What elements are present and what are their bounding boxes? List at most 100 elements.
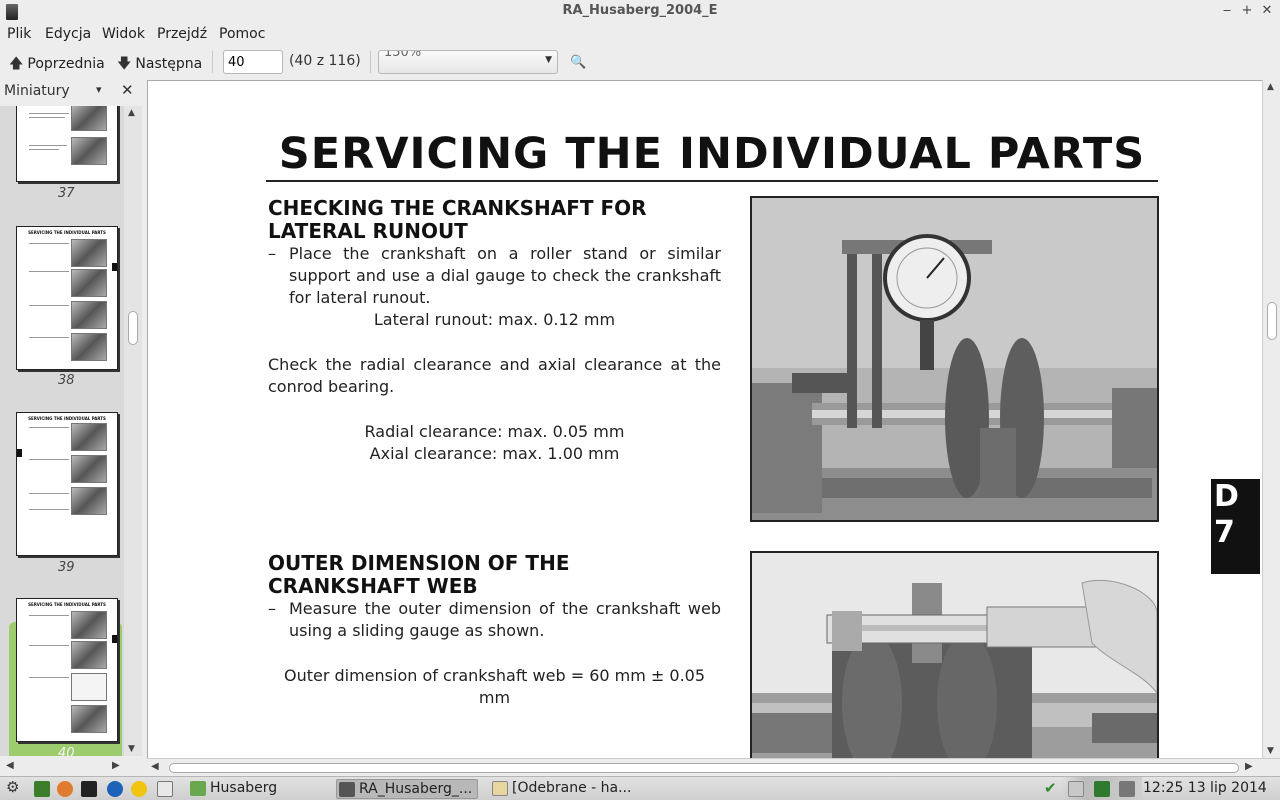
- battery-icon[interactable]: [1094, 781, 1110, 797]
- thumbnail-image: [71, 455, 107, 483]
- scroll-right-icon[interactable]: ▶: [112, 760, 120, 771]
- sidebar-horizontal-scrollbar[interactable]: ◀ ▶: [0, 758, 146, 776]
- volume-icon[interactable]: [1119, 781, 1135, 797]
- weather-icon[interactable]: [131, 781, 147, 797]
- mail-icon[interactable]: [157, 781, 173, 797]
- thumbnail-text-line: [29, 459, 69, 460]
- scroll-right-icon[interactable]: ▶: [1245, 761, 1253, 772]
- minimize-icon[interactable]: ‒: [1218, 2, 1236, 20]
- previous-page-label: Poprzednia: [27, 56, 105, 72]
- section-tab-letter: D: [1214, 479, 1239, 514]
- toolbar-separator: [212, 51, 213, 73]
- thumbnail-image: [71, 106, 107, 131]
- scroll-left-icon[interactable]: ◀: [6, 760, 14, 771]
- scrollbar-thumb[interactable]: [169, 763, 1239, 773]
- shield-icon[interactable]: ✔: [1044, 779, 1060, 797]
- scroll-down-icon[interactable]: ▼: [1267, 746, 1274, 756]
- menu-widok[interactable]: Widok: [102, 26, 145, 42]
- thumbnail-text-line: [29, 243, 69, 244]
- paragraph-text: Check the radial clearance and axial cle…: [268, 355, 721, 396]
- task-label: [Odebrane - ha...: [512, 780, 632, 796]
- thumbnail-page-39[interactable]: SERVICING THE INDIVIDUAL PARTS: [16, 412, 118, 556]
- scrollbar-thumb[interactable]: [1267, 302, 1277, 340]
- thumbnail-label: 39: [58, 560, 75, 575]
- maximize-icon[interactable]: +: [1238, 2, 1256, 20]
- title-divider: [266, 180, 1158, 182]
- thumbnail-tab: [112, 635, 117, 643]
- thumbnail-image: [71, 137, 107, 165]
- sidebar: Miniatury ▾ ✕ 37 SERVICING THE INDIVIDUA…: [0, 80, 142, 758]
- title-bar: RA_Husaberg_2004_E ‒ + ✕: [0, 0, 1280, 24]
- thumbnail-tab: [112, 263, 117, 271]
- network-icon[interactable]: [1068, 781, 1084, 797]
- bullet-text: – Place the crankshaft on a roller stand …: [268, 243, 721, 309]
- sidebar-close-icon[interactable]: ✕: [121, 81, 134, 99]
- thumbnail-image: [71, 673, 107, 701]
- crankshaft-caliper-photo: [750, 551, 1159, 758]
- scroll-left-icon[interactable]: ◀: [151, 761, 159, 772]
- section-tab: D 7: [1211, 479, 1260, 574]
- thumbnail-page-37[interactable]: [16, 106, 118, 182]
- photo-illustration: [752, 198, 1157, 520]
- thumbnail-image: [71, 423, 107, 451]
- thumbnail-page-38[interactable]: SERVICING THE INDIVIDUAL PARTS: [16, 226, 118, 370]
- scrollbar-thumb[interactable]: [128, 311, 138, 345]
- thumbnail-tab: [17, 449, 22, 457]
- task-husaberg[interactable]: Husaberg: [188, 779, 328, 799]
- thumbnail-text-line: [29, 149, 59, 150]
- thumbnail-image: [71, 611, 107, 639]
- menu-edycja[interactable]: Edycja: [45, 26, 91, 42]
- thumbnail-label: 37: [58, 186, 75, 201]
- scroll-up-icon[interactable]: ▲: [1267, 82, 1274, 92]
- firefox-icon[interactable]: [107, 781, 123, 797]
- scroll-up-icon[interactable]: ▲: [128, 108, 135, 118]
- desktop-icon[interactable]: [34, 781, 50, 797]
- menu-plik[interactable]: Plik: [7, 26, 31, 42]
- document-icon: [339, 782, 355, 797]
- browser-icon[interactable]: [57, 781, 73, 797]
- menu-przejdz[interactable]: Przejdź: [157, 26, 207, 42]
- bullet-text: – Measure the outer dimension of the cran…: [268, 598, 721, 642]
- scroll-down-icon[interactable]: ▼: [128, 744, 135, 754]
- toolbar: 🡅Poprzednia 🡇Następna (40 z 116): [0, 47, 1280, 77]
- thumbnail-page-40[interactable]: SERVICING THE INDIVIDUAL PARTS: [16, 598, 118, 742]
- sidebar-scrollbar[interactable]: ▲ ▼: [124, 106, 142, 756]
- zoom-select[interactable]: 150% ▼: [378, 50, 558, 74]
- thumbnail-image: [71, 333, 107, 361]
- chevron-down-icon[interactable]: ▾: [96, 83, 102, 96]
- task-mail[interactable]: [Odebrane - ha...: [490, 779, 640, 799]
- page-number-input[interactable]: [223, 50, 283, 74]
- menu-pomoc[interactable]: Pomoc: [219, 26, 265, 42]
- section-heading: OUTER DIMENSION OF THE CRANKSHAFT WEB: [268, 551, 570, 598]
- folder-icon: [190, 781, 206, 796]
- mail-client-icon: [492, 781, 508, 796]
- previous-page-button[interactable]: 🡅 Poprzednia: [9, 53, 105, 77]
- thumbnail-text-line: [29, 677, 69, 678]
- dash: –: [268, 244, 276, 263]
- spec-text: Radial clearance: max. 0.05 mm: [364, 422, 625, 441]
- zoom-icon[interactable]: 🔍: [570, 55, 586, 70]
- next-page-button[interactable]: 🡇 Następna: [117, 53, 202, 77]
- terminal-icon[interactable]: [81, 781, 97, 797]
- chevron-down-icon: ▼: [545, 55, 552, 65]
- toolbar-separator: [370, 51, 371, 73]
- thumbnail-text-line: [29, 615, 69, 616]
- thumbnail-list[interactable]: 37 SERVICING THE INDIVIDUAL PARTS 38 SER…: [0, 106, 124, 756]
- arrow-up-icon: 🡅: [9, 56, 24, 72]
- horizontal-scrollbar[interactable]: ◀ ▶: [147, 758, 1280, 776]
- close-icon[interactable]: ✕: [1258, 2, 1276, 20]
- document-view[interactable]: SERVICING THE INDIVIDUAL PARTS CHECKING …: [147, 80, 1280, 758]
- task-label: RA_Husaberg_...: [359, 781, 473, 797]
- clock[interactable]: 12:25 13 lip 2014: [1143, 780, 1267, 796]
- start-menu-icon[interactable]: ⚙: [6, 778, 22, 796]
- menu-bar: Plik Edycja Widok Przejdź Pomoc: [0, 24, 1280, 46]
- thumbnail-text-line: [29, 509, 69, 510]
- task-document-viewer[interactable]: RA_Husaberg_...: [336, 779, 478, 799]
- thumbnail-label: 40: [58, 746, 75, 756]
- dash: –: [268, 599, 276, 618]
- thumbnail-title: SERVICING THE INDIVIDUAL PARTS: [28, 416, 106, 421]
- sidebar-title[interactable]: Miniatury: [4, 83, 70, 99]
- thumbnail-image: [71, 487, 107, 515]
- section-heading: CHECKING THE CRANKSHAFT FOR LATERAL RUNO…: [268, 196, 647, 243]
- vertical-scrollbar[interactable]: ▲ ▼: [1262, 80, 1280, 758]
